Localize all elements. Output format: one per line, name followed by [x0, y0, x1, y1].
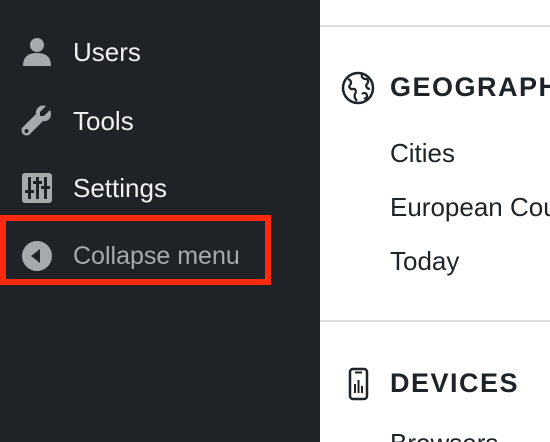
section-title: DEVICES	[390, 368, 520, 398]
admin-sidebar: Users Tools Settings Collapse menu	[0, 0, 320, 442]
user-icon	[20, 35, 54, 69]
collapse-menu-label: Collapse menu	[73, 241, 240, 270]
main-content: GEOGRAPHY Cities European Countries Toda…	[320, 0, 550, 442]
divider	[320, 25, 550, 27]
report-link-today[interactable]: Today	[390, 246, 459, 277]
report-link-browsers[interactable]: Browsers	[390, 428, 498, 442]
sidebar-item-label: Users	[73, 36, 141, 67]
report-link-european-countries[interactable]: European Countries	[390, 192, 550, 223]
wrench-icon	[20, 104, 54, 138]
sliders-icon	[20, 171, 54, 205]
report-link-cities[interactable]: Cities	[390, 138, 455, 169]
sidebar-item-label: Tools	[73, 105, 134, 136]
sidebar-item-settings[interactable]: Settings	[0, 158, 300, 218]
section-header-geography: GEOGRAPHY	[320, 68, 550, 108]
collapse-menu-button[interactable]: Collapse menu	[0, 226, 300, 286]
arrow-left-circle-icon	[20, 239, 54, 273]
sidebar-item-users[interactable]: Users	[0, 22, 300, 82]
section-header-devices: DEVICES	[320, 364, 550, 404]
sidebar-item-label: Settings	[73, 172, 167, 203]
globe-icon	[340, 70, 376, 106]
divider	[320, 320, 550, 322]
section-title: GEOGRAPHY	[390, 72, 550, 102]
sidebar-item-tools[interactable]: Tools	[0, 91, 300, 151]
smartphone-icon	[340, 366, 376, 402]
